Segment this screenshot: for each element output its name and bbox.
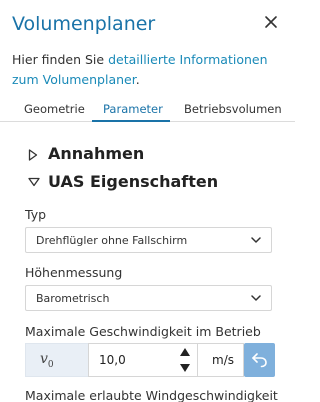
stepper-up-icon[interactable] (179, 347, 191, 357)
typ-select[interactable]: Drehflügler ohne Fallschirm (25, 227, 272, 253)
vmax-symbol-letter: v (40, 351, 48, 367)
intro-text: Hier finden Sie detaillierte Information… (12, 50, 287, 90)
vmax-unit-label: m/s (212, 353, 234, 367)
intro-suffix: . (135, 72, 140, 87)
typ-label: Typ (25, 207, 47, 222)
tab-betriebsvolumen[interactable]: Betriebsvolumen (184, 102, 282, 116)
panel-header: Volumenplaner (12, 10, 283, 40)
section-annahmen-label: Annahmen (48, 144, 145, 163)
vmax-unit: m/s (198, 343, 244, 377)
reset-button[interactable] (244, 343, 275, 377)
undo-icon (252, 353, 267, 368)
volumenplaner-panel: Volumenplaner Hier finden Sie detaillier… (0, 0, 295, 402)
close-button[interactable] (261, 12, 281, 32)
triangle-down-icon (28, 177, 40, 187)
vmax-value: 10,0 (99, 353, 126, 367)
hoehenmessung-select[interactable]: Barometrisch (25, 285, 272, 311)
tab-parameter[interactable]: Parameter (103, 102, 163, 116)
stepper-down-icon[interactable] (179, 363, 191, 373)
wind-label: Maximale erlaubte Windgeschwindigkeit (25, 388, 278, 402)
triangle-right-icon (28, 149, 38, 161)
chevron-down-icon (251, 237, 261, 243)
tab-geometrie[interactable]: Geometrie (24, 102, 85, 116)
close-icon[interactable] (261, 12, 281, 32)
vmax-input-group: v0 10,0 m/s (25, 343, 275, 377)
panel-title: Volumenplaner (12, 13, 156, 35)
active-tab-indicator (92, 120, 170, 122)
hoehenmessung-value: Barometrisch (36, 292, 110, 305)
vmax-label: Maximale Geschwindigkeit im Betrieb (25, 324, 261, 339)
vmax-symbol: v0 (25, 343, 88, 377)
chevron-down-icon (251, 295, 261, 301)
tab-bar: Geometrie Parameter Betriebsvolumen (0, 96, 295, 122)
vmax-symbol-sub: 0 (47, 359, 54, 370)
section-uas-label: UAS Eigenschaften (48, 172, 219, 191)
typ-value: Drehflügler ohne Fallschirm (36, 234, 188, 247)
intro-prefix: Hier finden Sie (12, 52, 109, 67)
hoehenmessung-label: Höhenmessung (25, 265, 123, 280)
